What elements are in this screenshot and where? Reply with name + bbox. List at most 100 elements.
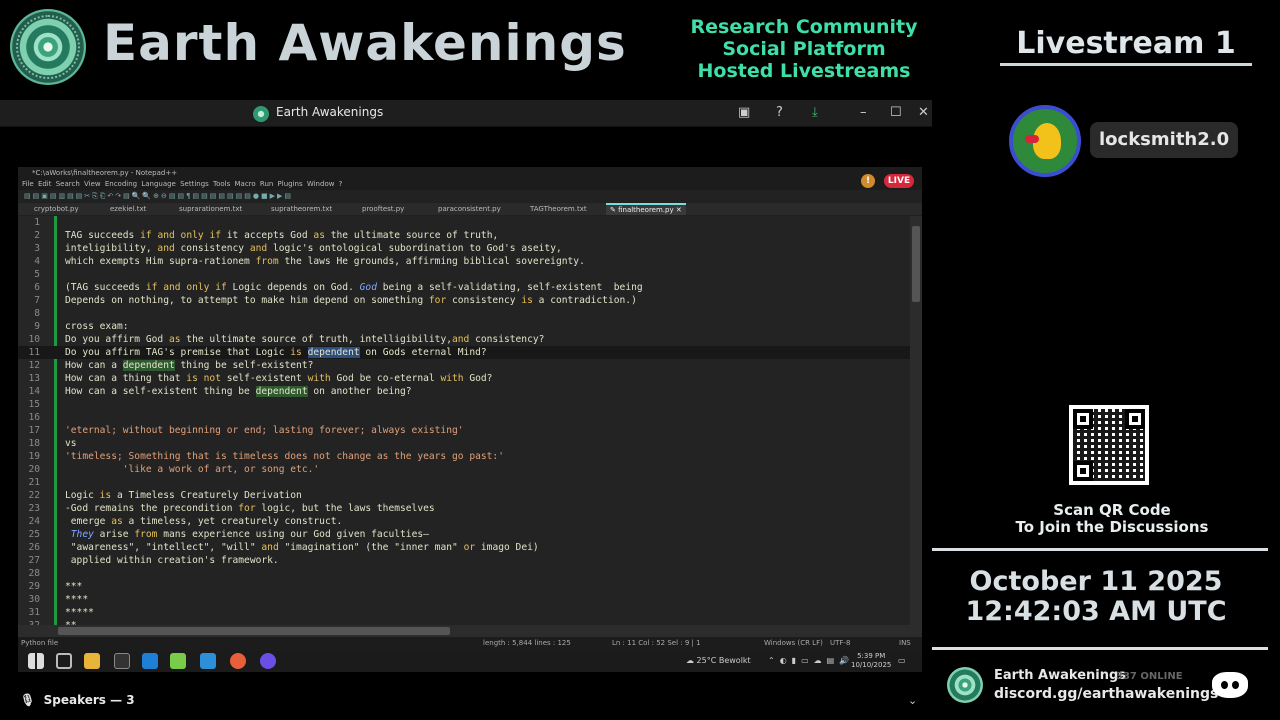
- code-line[interactable]: 26 "awareness", "intellect", "will" and …: [18, 541, 910, 554]
- system-tray-icons[interactable]: ⌃◐▮▭☁▤🔊: [768, 650, 854, 672]
- code-line[interactable]: 4 which exempts Him supra-rationem from t…: [18, 255, 910, 268]
- code-line[interactable]: 8: [18, 307, 910, 320]
- line-number: 27: [28, 555, 40, 566]
- tab-suprarationem[interactable]: suprarationem.txt: [179, 203, 242, 215]
- code-line[interactable]: 3 inteligibility, and consistency and log…: [18, 242, 910, 255]
- tab-finaltheorem[interactable]: ✎ finaltheorem.py ✕: [606, 203, 686, 215]
- line-number: 4: [34, 256, 40, 267]
- current-time: 12:42:03 AM UTC: [965, 596, 1227, 627]
- close-icon[interactable]: ✕: [918, 105, 929, 120]
- tab-paraconsistent[interactable]: paraconsistent.py: [438, 203, 501, 215]
- firefox-icon[interactable]: [230, 653, 246, 669]
- alert-icon: !: [861, 174, 875, 188]
- code-text: ***: [65, 581, 83, 592]
- avatar: [1009, 105, 1081, 177]
- notepad-statusbar: Python file length : 5,844 lines : 125 L…: [18, 637, 922, 650]
- status-position: Ln : 11 Col : 52 Sel : 9 | 1: [612, 639, 701, 647]
- code-line[interactable]: 2 TAG succeeds if and only if it accepts …: [18, 229, 910, 242]
- maximize-icon[interactable]: ☐: [890, 105, 902, 120]
- code-text: ****: [65, 594, 89, 605]
- code-line[interactable]: 5: [18, 268, 910, 281]
- qr-caption: Scan QR Code To Join the Discussions: [1000, 502, 1224, 536]
- line-number: 14: [28, 386, 40, 397]
- code-line[interactable]: 29 ***: [18, 580, 910, 593]
- share-window-titlebar: Earth Awakenings ▣ ? ⤓ – ☐ ✕: [0, 100, 932, 127]
- code-line[interactable]: 9 cross exam:: [18, 320, 910, 333]
- user-name: locksmith2.0: [1090, 122, 1239, 158]
- discord-invite-link[interactable]: discord.gg/earthawakenings: [994, 686, 1218, 702]
- code-line[interactable]: 20 'like a work of art, or song etc.': [18, 463, 910, 476]
- browser-icon[interactable]: [260, 653, 276, 669]
- status-language: Python file: [21, 639, 59, 647]
- notepad-title: *C:\aWorks\finaltheorem.py - Notepad++: [18, 167, 922, 179]
- taskbar-clock[interactable]: 5:39 PM 10/10/2025: [851, 652, 891, 670]
- task-view-icon[interactable]: [56, 653, 72, 669]
- code-line[interactable]: 11 Do you affirm TAG's premise that Logic…: [18, 346, 910, 359]
- chevron-down-icon[interactable]: ⌄: [908, 694, 917, 707]
- line-number: 1: [34, 217, 40, 228]
- code-line[interactable]: 15: [18, 398, 910, 411]
- line-number: 5: [34, 269, 40, 280]
- code-text: Depends on nothing, to attempt to make h…: [65, 295, 637, 306]
- tab-finaltheorem-label: finaltheorem.py: [618, 206, 674, 214]
- code-text: emerge as a timeless, yet creaturely con…: [65, 516, 343, 527]
- code-text: How can a dependent thing be self-existe…: [65, 360, 314, 371]
- code-line[interactable]: 7 Depends on nothing, to attempt to make …: [18, 294, 910, 307]
- code-line[interactable]: 30 ****: [18, 593, 910, 606]
- code-line[interactable]: 14 How can a self-existent thing be depen…: [18, 385, 910, 398]
- notepad-plus-plus-icon[interactable]: [170, 653, 186, 669]
- code-line[interactable]: 18 vs: [18, 437, 910, 450]
- code-line[interactable]: 23 -God remains the precondition for logi…: [18, 502, 910, 515]
- tab-supratheorem[interactable]: supratheorem.txt: [271, 203, 332, 215]
- code-line[interactable]: 21: [18, 476, 910, 489]
- windows-start-icon[interactable]: [28, 653, 44, 669]
- code-line[interactable]: 22 Logic is a Timeless Creaturely Derivat…: [18, 489, 910, 502]
- code-line[interactable]: 1: [18, 216, 910, 229]
- notepad-toolbar[interactable]: ▤▤▣▤▥▤▤✂⎘⎗↶↷▤🔍🔍⊕⊖▤▤¶▤▤▤▤▤▤▤●■▶▶▤: [18, 190, 922, 202]
- code-line[interactable]: 12 How can a dependent thing be self-exis…: [18, 359, 910, 372]
- notepad-tabs: cryptobot.py ezekiel.txt suprarationem.t…: [18, 203, 922, 215]
- line-number: 6: [34, 282, 40, 293]
- code-line[interactable]: 31 *****: [18, 606, 910, 619]
- code-line[interactable]: 16: [18, 411, 910, 424]
- line-number: 21: [28, 477, 40, 488]
- code-line[interactable]: 10 Do you affirm God as the ultimate sour…: [18, 333, 910, 346]
- notepad-menu[interactable]: File Edit Search View Encoding Language …: [18, 179, 922, 190]
- file-explorer-icon[interactable]: [84, 653, 100, 669]
- outlook-icon[interactable]: [142, 653, 158, 669]
- line-number: 16: [28, 412, 40, 423]
- code-line[interactable]: 24 emerge as a timeless, yet creaturely …: [18, 515, 910, 528]
- live-badge: LIVE: [884, 174, 914, 188]
- qr-code: [1069, 405, 1149, 485]
- weather-status[interactable]: ☁ 25°C Bewolkt: [686, 650, 751, 672]
- app-logo-icon: [253, 106, 269, 122]
- code-editor[interactable]: 1 2 TAG succeeds if and only if it accepts…: [18, 216, 922, 637]
- code-line[interactable]: 27 applied within creation's framework.: [18, 554, 910, 567]
- notifications-icon[interactable]: ▭: [898, 650, 906, 672]
- code-line[interactable]: 28: [18, 567, 910, 580]
- code-line[interactable]: 19 'timeless; Something that is timeless …: [18, 450, 910, 463]
- tab-tagtheorem[interactable]: TAGTheorem.txt: [530, 203, 587, 215]
- discord-icon: [1212, 672, 1248, 698]
- download-icon[interactable]: ⤓: [812, 105, 818, 120]
- code-line[interactable]: 17 'eternal; without beginning or end; la…: [18, 424, 910, 437]
- minimize-icon[interactable]: –: [860, 105, 867, 120]
- livestream-underline: [1000, 63, 1252, 66]
- help-icon[interactable]: ?: [776, 105, 783, 120]
- code-line[interactable]: 13 How can a thing that is not self-exist…: [18, 372, 910, 385]
- line-number: 23: [28, 503, 40, 514]
- line-number: 24: [28, 516, 40, 527]
- tab-ezekiel[interactable]: ezekiel.txt: [110, 203, 146, 215]
- horizontal-scrollbar[interactable]: [18, 625, 910, 637]
- discord-server-logo: [947, 667, 983, 703]
- code-line[interactable]: 25 They arise from mans experience using…: [18, 528, 910, 541]
- tab-cryptobot[interactable]: cryptobot.py: [34, 203, 79, 215]
- screen-share-icon[interactable]: ▣: [738, 105, 750, 120]
- tagline-line-2: Social Platform: [722, 38, 886, 60]
- code-line[interactable]: 6 (TAG succeeds if and only if Logic depe…: [18, 281, 910, 294]
- app-icon[interactable]: [200, 653, 216, 669]
- vertical-scrollbar[interactable]: [910, 216, 922, 637]
- speakers-indicator[interactable]: 🎙 Speakers — 3: [20, 693, 135, 707]
- tab-prooftest[interactable]: prooftest.py: [362, 203, 404, 215]
- terminal-icon[interactable]: [114, 653, 130, 669]
